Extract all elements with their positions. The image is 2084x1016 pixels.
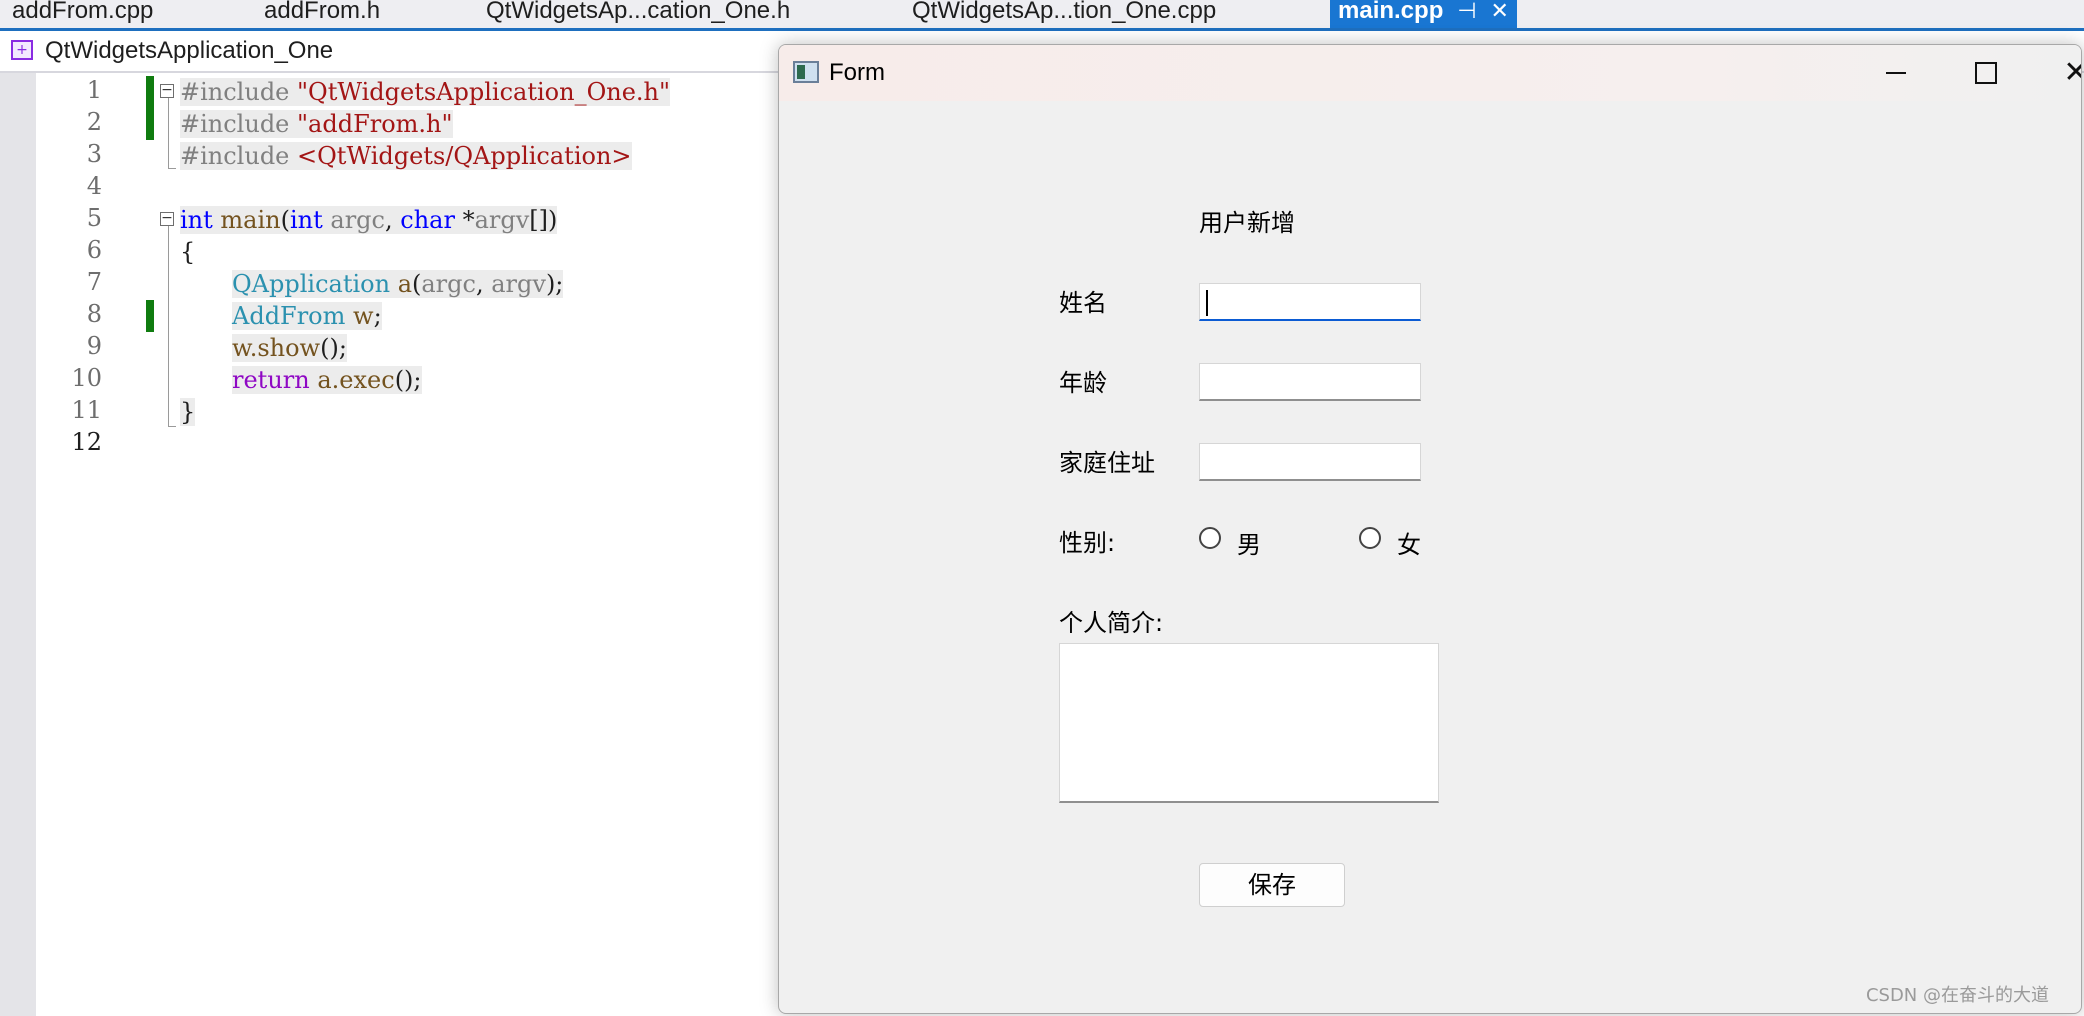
line-number: 9 [86,332,102,360]
line-number: 10 [71,364,102,392]
close-icon[interactable]: ✕ [1491,0,1509,23]
form-heading: 用户新增 [1199,209,1295,237]
maximize-button[interactable] [1941,45,2031,101]
line-number-current: 12 [71,428,102,456]
gender-female-label[interactable]: 女 [1397,525,1421,560]
line-number: 6 [86,236,102,264]
code-line-6[interactable]: { [180,236,195,268]
project-icon: + [11,40,33,60]
age-label: 年龄 [1059,369,1107,397]
code-line-2[interactable]: #include "addFrom.h" [180,108,453,140]
pin-icon[interactable]: ⊣ [1457,0,1476,23]
line-number: 11 [71,396,102,424]
code-line-9[interactable]: w.show(); [232,332,347,364]
age-input[interactable] [1199,363,1421,401]
tab-addfrom-cpp[interactable]: addFrom.cpp [12,0,153,28]
tab-main-cpp[interactable]: main.cpp ⊣ ✕ [1330,0,1517,28]
window-title: Form [829,59,885,86]
code-line-5[interactable]: int main(int argc, char *argv[]) [180,204,558,236]
fold-toggle-icon[interactable]: − [160,83,174,98]
watermark: CSDN @在奋斗的大道 [1865,985,2049,1006]
minimize-button[interactable] [1851,45,1941,101]
document-tab-bar: addFrom.cpp addFrom.h QtWidgetsAp...cati… [0,0,2084,31]
address-input[interactable] [1199,443,1421,481]
tab-addfrom-h[interactable]: addFrom.h [264,0,380,28]
text-caret [1206,290,1208,316]
close-icon: ✕ [2063,58,2081,88]
intro-textarea[interactable] [1059,643,1439,803]
minimize-icon [1886,72,1906,74]
line-number: 1 [86,76,102,104]
close-button[interactable]: ✕ [2031,45,2081,101]
tab-qtwidgetsapplication-one-cpp[interactable]: QtWidgetsAp...tion_One.cpp [912,0,1216,28]
fold-guide [168,226,169,426]
name-label: 姓名 [1059,289,1107,317]
editor-margin [0,73,36,1016]
change-marker [146,300,154,332]
address-label: 家庭住址 [1059,449,1155,477]
fold-guide [168,426,176,427]
code-line-11[interactable]: } [180,396,196,428]
gender-label: 性别: [1059,529,1116,557]
form-titlebar[interactable]: Form ✕ [779,45,2081,101]
code-line-7[interactable]: QApplication a(argc, argv); [232,268,564,300]
gender-male-radio[interactable] [1199,527,1221,549]
fold-guide [168,98,169,168]
line-number: 8 [86,300,102,328]
change-marker [146,76,154,140]
maximize-icon [1975,62,1997,84]
project-name[interactable]: QtWidgetsApplication_One [45,37,333,65]
line-number: 5 [86,204,102,232]
form-window: Form ✕ 用户新增 姓名 年龄 家庭住址 性别: 男 女 个人简介: 保存 … [778,44,2082,1014]
save-button[interactable]: 保存 [1199,863,1345,907]
line-number: 2 [86,108,102,136]
code-line-8[interactable]: AddFrom w; [232,300,382,332]
code-line-10[interactable]: return a.exec(); [232,364,422,396]
fold-toggle-icon[interactable]: − [160,211,174,226]
gender-female-radio[interactable] [1359,527,1381,549]
line-number: 4 [86,172,102,200]
intro-label: 个人简介: [1059,609,1164,637]
line-number: 3 [86,140,102,168]
gender-male-label[interactable]: 男 [1237,525,1261,560]
name-input[interactable] [1199,283,1421,321]
tab-qtwidgetsapplication-one-h[interactable]: QtWidgetsAp...cation_One.h [486,0,790,28]
code-line-3[interactable]: #include <QtWidgets/QApplication> [180,140,632,172]
fold-guide [168,168,176,169]
code-line-1[interactable]: #include "QtWidgetsApplication_One.h" [180,76,671,108]
line-number: 7 [86,268,102,296]
qt-form-icon [793,61,819,83]
